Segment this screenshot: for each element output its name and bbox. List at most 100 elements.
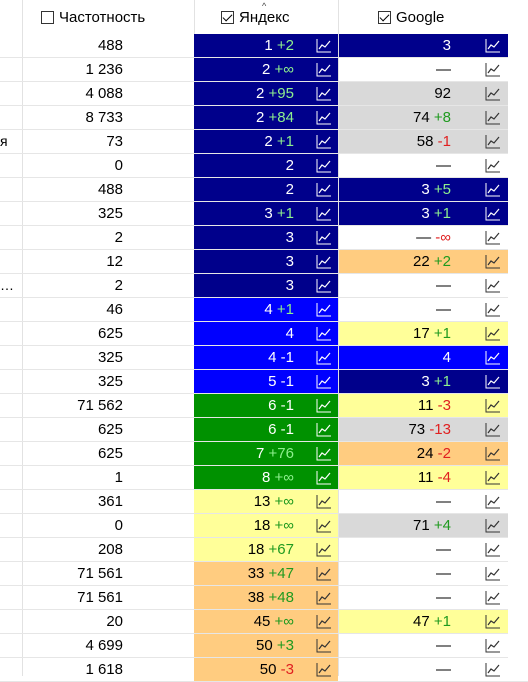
trend-chart-icon[interactable]: [316, 638, 332, 653]
trend-chart-icon[interactable]: [316, 398, 332, 413]
trend-chart-icon[interactable]: [316, 158, 332, 173]
trend-chart-icon[interactable]: [485, 38, 501, 53]
column-header-google[interactable]: Google: [338, 0, 508, 34]
table-row[interactable]: 2 3 — -∞: [0, 226, 528, 250]
trend-chart-icon[interactable]: [485, 518, 501, 533]
yandex-position: 3: [286, 250, 294, 273]
trend-chart-icon[interactable]: [316, 110, 332, 125]
trend-chart-icon[interactable]: [485, 470, 501, 485]
trend-chart-icon[interactable]: [485, 206, 501, 221]
trend-chart-icon[interactable]: [485, 374, 501, 389]
table-row[interactable]: 625 4 17 +1: [0, 322, 528, 346]
trend-chart-icon[interactable]: [316, 350, 332, 365]
table-row[interactable]: 71 561 33 +47 —: [0, 562, 528, 586]
trend-chart-icon[interactable]: [485, 62, 501, 77]
trend-chart-icon[interactable]: [316, 494, 332, 509]
trend-chart-icon[interactable]: [316, 62, 332, 77]
table-row[interactable]: 488 1 +2 3: [0, 34, 528, 58]
trend-chart-icon[interactable]: [316, 278, 332, 293]
trend-chart-icon[interactable]: [316, 446, 332, 461]
yandex-position-value: 6: [268, 397, 277, 414]
trend-chart-icon[interactable]: [485, 566, 501, 581]
table-row[interactable]: 71 561 38 +48 —: [0, 586, 528, 610]
trend-chart-icon[interactable]: [316, 518, 332, 533]
keyword-cell: [0, 370, 22, 393]
trend-chart-icon[interactable]: [485, 662, 501, 677]
frequency-cell: 1 236: [85, 61, 123, 78]
yandex-position-cell: 6 -1: [194, 418, 338, 441]
trend-chart-icon[interactable]: [316, 302, 332, 317]
table-row[interactable]: я 73 2 +1 58 -1: [0, 130, 528, 154]
trend-chart-icon[interactable]: [485, 638, 501, 653]
google-checkbox[interactable]: [378, 10, 391, 24]
trend-chart-icon[interactable]: [485, 254, 501, 269]
yandex-position-cell: 3 +1: [194, 202, 338, 225]
table-row[interactable]: 625 7 +76 24 -2: [0, 442, 528, 466]
table-row[interactable]: 1 8 +∞ 11 -4: [0, 466, 528, 490]
yandex-position-delta: +∞: [274, 469, 294, 486]
keyword-cell: [0, 58, 22, 81]
trend-chart-icon[interactable]: [316, 134, 332, 149]
trend-chart-icon[interactable]: [316, 470, 332, 485]
trend-chart-icon[interactable]: [316, 662, 332, 677]
table-row[interactable]: 4 088 2 +95 92: [0, 82, 528, 106]
yandex-checkbox[interactable]: [221, 10, 234, 24]
trend-chart-icon[interactable]: [485, 398, 501, 413]
table-row[interactable]: 0 2 —: [0, 154, 528, 178]
trend-chart-icon[interactable]: [485, 158, 501, 173]
trend-chart-icon[interactable]: [485, 278, 501, 293]
trend-chart-icon[interactable]: [485, 350, 501, 365]
table-row[interactable]: 625 6 -1 73 -13: [0, 418, 528, 442]
yandex-position: 38 +48: [248, 586, 294, 609]
table-row[interactable]: 20 45 +∞ 47 +1: [0, 610, 528, 634]
trend-chart-icon[interactable]: [316, 614, 332, 629]
table-row[interactable]: 12 3 22 +2: [0, 250, 528, 274]
trend-chart-icon[interactable]: [485, 446, 501, 461]
trend-chart-icon[interactable]: [316, 86, 332, 101]
trend-chart-icon[interactable]: [485, 422, 501, 437]
trend-chart-icon[interactable]: [485, 590, 501, 605]
table-row[interactable]: 0 18 +∞ 71 +4: [0, 514, 528, 538]
trend-chart-icon[interactable]: [485, 110, 501, 125]
table-row[interactable]: 8 733 2 +84 74 +8: [0, 106, 528, 130]
trend-chart-icon[interactable]: [316, 422, 332, 437]
trend-chart-icon[interactable]: [485, 614, 501, 629]
table-row[interactable]: 488 2 3 +5: [0, 178, 528, 202]
table-row[interactable]: 46 4 +1 —: [0, 298, 528, 322]
trend-chart-icon[interactable]: [485, 326, 501, 341]
google-position-cell: 17 +1: [339, 322, 508, 345]
trend-chart-icon[interactable]: [485, 134, 501, 149]
column-header-frequency[interactable]: Частотность: [22, 0, 194, 34]
trend-chart-icon[interactable]: [485, 182, 501, 197]
table-row[interactable]: 1 236 2 +∞ —: [0, 58, 528, 82]
trend-chart-icon[interactable]: [485, 230, 501, 245]
table-row[interactable]: 71 562 6 -1 11 -3: [0, 394, 528, 418]
trend-chart-icon[interactable]: [485, 302, 501, 317]
google-position: 3 +1: [421, 370, 451, 393]
frequency-checkbox[interactable]: [41, 10, 54, 24]
trend-chart-icon[interactable]: [316, 542, 332, 557]
trend-chart-icon[interactable]: [316, 566, 332, 581]
table-row[interactable]: 4 699 50 +3 —: [0, 634, 528, 658]
trend-chart-icon[interactable]: [316, 590, 332, 605]
trend-chart-icon[interactable]: [316, 38, 332, 53]
table-row[interactable]: … 2 3 —: [0, 274, 528, 298]
trend-chart-icon[interactable]: [316, 254, 332, 269]
trend-chart-icon[interactable]: [485, 494, 501, 509]
table-row[interactable]: 208 18 +67 —: [0, 538, 528, 562]
trend-chart-icon[interactable]: [316, 326, 332, 341]
table-row[interactable]: 325 5 -1 3 +1: [0, 370, 528, 394]
trend-chart-icon[interactable]: [316, 206, 332, 221]
trend-chart-icon[interactable]: [316, 182, 332, 197]
trend-chart-icon[interactable]: [316, 230, 332, 245]
yandex-position-cell: 8 +∞: [194, 466, 338, 489]
trend-chart-icon[interactable]: [485, 542, 501, 557]
frequency-cell: 1 618: [85, 661, 123, 678]
yandex-position-delta: +67: [268, 541, 294, 558]
trend-chart-icon[interactable]: [316, 374, 332, 389]
table-row[interactable]: 361 13 +∞ —: [0, 490, 528, 514]
table-row[interactable]: 325 3 +1 3 +1: [0, 202, 528, 226]
trend-chart-icon[interactable]: [485, 86, 501, 101]
table-row[interactable]: 325 4 -1 4: [0, 346, 528, 370]
table-row[interactable]: 1 618 50 -3 —: [0, 658, 528, 682]
